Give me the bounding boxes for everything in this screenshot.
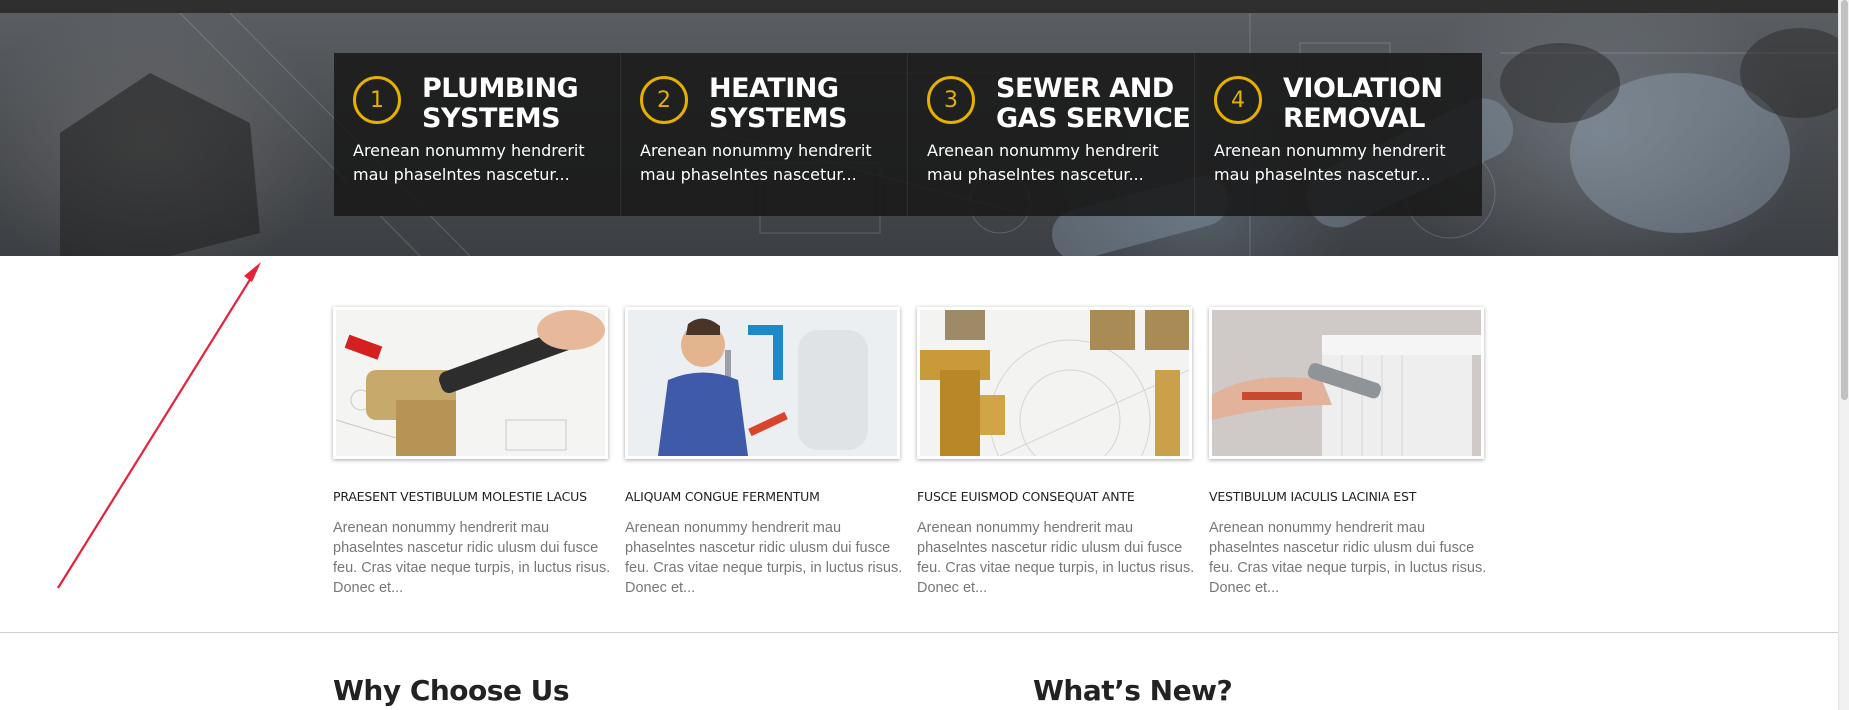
card-description: Arenean nonummy hendrerit mau phaselntes… [917,520,1195,596]
scrollbar-thumb[interactable] [1841,0,1848,400]
step-description: Arenean nonummy hendrerit mau phaselntes… [1214,141,1446,184]
step-title[interactable]: PLUMBING SYSTEMS [422,74,617,134]
card-title-link[interactable]: PRAESENT VESTIBULUM MOLESTIE LACUS [333,489,608,504]
arrow-line [57,269,257,589]
step-description: Arenean nonummy hendrerit mau phaselntes… [927,141,1159,184]
brass-fittings-image [920,310,1189,456]
step-title[interactable]: VIOLATION REMOVAL [1283,74,1478,134]
step-number-circle: 4 [1214,76,1262,124]
step-number-circle: 1 [353,76,401,124]
step-title[interactable]: HEATING SYSTEMS [709,74,904,134]
card-image-link[interactable] [333,307,608,459]
step-title[interactable]: SEWER AND GAS SERVICE [996,74,1191,134]
card-image-link[interactable] [625,307,900,459]
service-card: VESTIBULUM IACULIS LACINIA EST Arenean n… [1209,307,1486,598]
step-description: Arenean nonummy hendrerit mau phaselntes… [640,141,872,184]
page-scrollbar[interactable] [1838,0,1849,710]
service-step[interactable]: 4 VIOLATION REMOVAL Arenean nonummy hend… [1195,53,1482,216]
hero-banner: 1 PLUMBING SYSTEMS Arenean nonummy hendr… [0,13,1838,256]
card-title-link[interactable]: VESTIBULUM IACULIS LACINIA EST [1209,489,1484,504]
card-image-link[interactable] [1209,307,1484,459]
top-bar [0,0,1849,13]
plumber-image [628,310,897,456]
service-cards: PRAESENT VESTIBULUM MOLESTIE LACUS Arene… [333,307,1493,597]
service-steps: 1 PLUMBING SYSTEMS Arenean nonummy hendr… [334,53,1484,216]
card-description: Arenean nonummy hendrerit mau phaselntes… [333,520,611,596]
card-title-link[interactable]: FUSCE EUISMOD CONSEQUAT ANTE [917,489,1192,504]
service-step[interactable]: 2 HEATING SYSTEMS Arenean nonummy hendre… [621,53,908,216]
why-choose-us-heading: Why Choose Us [333,674,570,707]
step-description: Arenean nonummy hendrerit mau phaselntes… [353,141,585,184]
radiator-wrench-image [1212,310,1481,456]
service-step[interactable]: 3 SEWER AND GAS SERVICE Arenean nonummy … [908,53,1195,216]
step-number-circle: 3 [927,76,975,124]
service-card: PRAESENT VESTIBULUM MOLESTIE LACUS Arene… [333,307,610,598]
card-description: Arenean nonummy hendrerit mau phaselntes… [1209,520,1487,596]
service-card: FUSCE EUISMOD CONSEQUAT ANTE Arenean non… [917,307,1194,598]
card-title-link[interactable]: ALIQUAM CONGUE FERMENTUM [625,489,900,504]
service-step[interactable]: 1 PLUMBING SYSTEMS Arenean nonummy hendr… [334,53,621,216]
service-card: ALIQUAM CONGUE FERMENTUM Arenean nonummy… [625,307,902,598]
wrench-valve-image [336,310,605,456]
arrow-head-icon [244,262,261,282]
whats-new-heading: What’s New? [1033,674,1233,707]
card-description: Arenean nonummy hendrerit mau phaselntes… [625,520,903,596]
step-number-circle: 2 [640,76,688,124]
card-image-link[interactable] [917,307,1192,459]
section-divider [0,632,1838,633]
